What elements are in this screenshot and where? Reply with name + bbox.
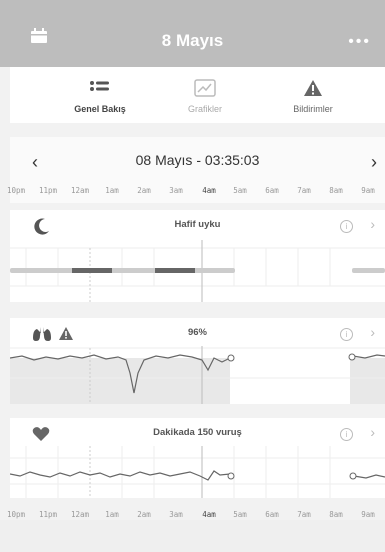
hour-tick-label: 5am bbox=[233, 510, 247, 519]
tab-notifications[interactable]: Bildirimler bbox=[258, 77, 368, 114]
hour-tick-label: 11pm bbox=[38, 510, 58, 519]
hour-tick-label: 7am bbox=[297, 510, 311, 519]
hour-tick-label: 1am bbox=[105, 510, 119, 519]
tab-overview[interactable]: Genel Bakış bbox=[45, 77, 155, 114]
hour-tick-label: 9am bbox=[361, 510, 375, 519]
hour-tick-label: 3am bbox=[169, 510, 183, 519]
header-bar: 8 Mayıs ••• bbox=[0, 0, 385, 67]
hour-axis-top: 10pm 11pm 12am 1am 2am 3am 4am 5am 6am 7am 8am 9am bbox=[0, 186, 385, 200]
hour-tick-label: 12am bbox=[70, 186, 90, 195]
hour-tick-label: 10pm bbox=[6, 510, 26, 519]
hour-tick-label: 4am bbox=[202, 510, 216, 519]
hour-tick-label: 9am bbox=[361, 186, 375, 195]
info-icon[interactable]: i bbox=[340, 220, 353, 233]
hour-tick-label: 7am bbox=[297, 186, 311, 195]
bottom-background bbox=[0, 520, 385, 552]
hour-tick-label: 5am bbox=[233, 186, 247, 195]
hour-tick-label: 1am bbox=[105, 186, 119, 195]
chart-icon bbox=[150, 77, 260, 99]
hour-tick-label: 2am bbox=[137, 186, 151, 195]
hour-tick-label: 8am bbox=[329, 186, 343, 195]
sleep-status-label: Hafif uyku bbox=[174, 219, 221, 230]
hour-tick-label: 4am bbox=[202, 186, 216, 195]
list-icon bbox=[45, 77, 155, 99]
heart-rate-label: Dakikada 150 vuruş bbox=[153, 427, 242, 438]
heart-panel[interactable]: Dakikada 150 vuruş i › bbox=[10, 418, 385, 498]
hour-tick-label: 6am bbox=[265, 510, 279, 519]
date-time-label: 08 Mayıs - 03:35:03 bbox=[135, 152, 260, 168]
hour-tick-label: 2am bbox=[137, 510, 151, 519]
oxygen-value-label: 96% bbox=[187, 327, 207, 338]
next-day-button[interactable]: › bbox=[371, 152, 377, 173]
hour-tick-label: 12am bbox=[70, 510, 90, 519]
chevron-right-icon[interactable]: › bbox=[370, 324, 375, 340]
tab-charts-label: Grafikler bbox=[187, 104, 222, 114]
warning-icon bbox=[258, 77, 368, 99]
hour-tick-label: 10pm bbox=[6, 186, 26, 195]
tab-bar: Genel Bakış Grafikler Bildirimler bbox=[10, 67, 385, 123]
hour-tick-label: 11pm bbox=[38, 186, 58, 195]
tab-notifications-label: Bildirimler bbox=[293, 104, 333, 114]
chevron-right-icon[interactable]: › bbox=[370, 216, 375, 232]
hour-tick-label: 8am bbox=[329, 510, 343, 519]
hour-tick-label: 6am bbox=[265, 186, 279, 195]
tab-charts[interactable]: Grafikler bbox=[150, 77, 260, 114]
info-icon[interactable]: i bbox=[340, 428, 353, 441]
hour-tick-label: 3am bbox=[169, 186, 183, 195]
oxygen-panel[interactable]: 96% i › bbox=[10, 318, 385, 404]
info-icon[interactable]: i bbox=[340, 328, 353, 341]
more-dots-icon[interactable]: ••• bbox=[348, 33, 371, 51]
chevron-right-icon[interactable]: › bbox=[370, 424, 375, 440]
sleep-panel[interactable]: Hafif uyku i › bbox=[10, 210, 385, 302]
tab-overview-label: Genel Bakış bbox=[74, 104, 126, 114]
page-title: 8 Mayıs bbox=[161, 31, 224, 50]
